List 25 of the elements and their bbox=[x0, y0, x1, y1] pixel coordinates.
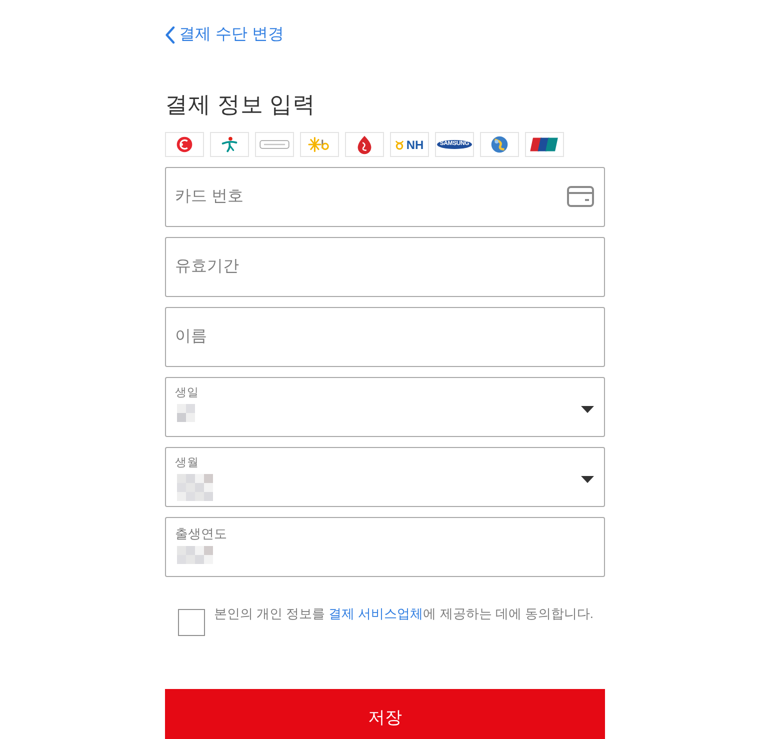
card-number-field[interactable]: 카드 번호 bbox=[165, 167, 605, 227]
save-button[interactable]: 저장 bbox=[165, 689, 605, 739]
labeled-input-field[interactable]: 출생연도 bbox=[165, 517, 605, 577]
input-field[interactable]: 이름 bbox=[165, 307, 605, 367]
sphere-logo-icon bbox=[480, 132, 519, 157]
flags-logo-icon bbox=[525, 132, 564, 157]
disc-logo-icon bbox=[165, 132, 204, 157]
caret-down-icon bbox=[581, 406, 594, 413]
input-field[interactable]: 유효기간 bbox=[165, 237, 605, 297]
card-outline-logo-icon bbox=[255, 132, 294, 157]
logo-text: NH bbox=[406, 138, 424, 152]
consent-checkbox[interactable] bbox=[178, 609, 205, 636]
chevron-left-icon bbox=[165, 26, 175, 44]
service-provider-link[interactable]: 결제 서비스업체 bbox=[328, 606, 424, 621]
page-title: 결제 정보 입력 bbox=[165, 91, 316, 119]
credit-card-icon bbox=[567, 186, 594, 207]
consent-text: 본인의 개인 정보를 결제 서비스업체에 제공하는 데에 동의합니다. bbox=[214, 605, 594, 623]
drop-logo-icon bbox=[345, 132, 384, 157]
back-link[interactable]: 결제 수단 변경 bbox=[165, 25, 284, 45]
dropdown-select[interactable]: 생일 bbox=[165, 377, 605, 437]
figure-logo-icon bbox=[210, 132, 249, 157]
caret-down-icon bbox=[581, 476, 594, 483]
dropdown-select[interactable]: 생월 bbox=[165, 447, 605, 507]
ring-icon bbox=[395, 140, 404, 150]
star-logo-icon bbox=[300, 132, 339, 157]
